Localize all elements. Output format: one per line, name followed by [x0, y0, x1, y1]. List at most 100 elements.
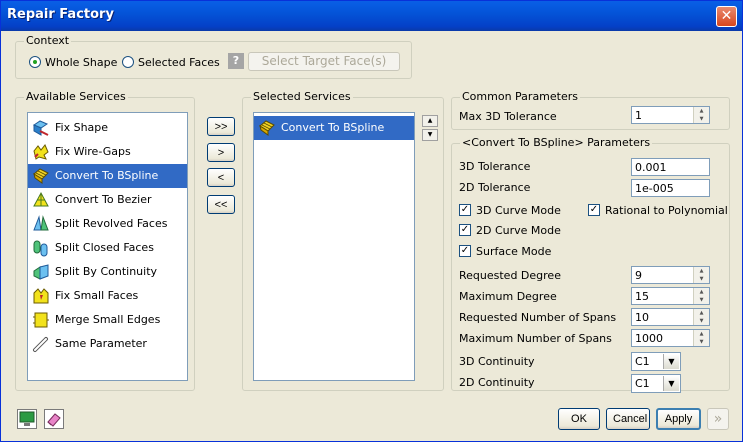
continuity-3d-value: C1: [635, 355, 650, 368]
maximum-spans-input[interactable]: 1000 ▲ ▼: [631, 329, 710, 347]
add-button[interactable]: >: [207, 143, 235, 162]
fix-small-faces-icon: [33, 288, 49, 304]
tol-2d-value: 1e-005: [635, 182, 674, 195]
help-icon: ?: [228, 53, 244, 69]
convert-bezier-icon: [33, 191, 49, 207]
maximum-degree-label: Maximum Degree: [459, 290, 557, 303]
curve-3d-label[interactable]: 3D Curve Mode: [476, 204, 561, 217]
list-item[interactable]: Convert To BSpline: [28, 164, 187, 188]
tol-3d-label: 3D Tolerance: [459, 160, 531, 173]
tol-2d-input[interactable]: 1e-005: [631, 179, 710, 197]
list-item[interactable]: Fix Wire-Gaps: [28, 140, 187, 164]
requested-degree-spinner[interactable]: ▲ ▼: [693, 267, 709, 283]
list-item[interactable]: Split Closed Faces: [28, 236, 187, 260]
list-item[interactable]: Fix Shape: [28, 116, 187, 140]
requested-spans-label: Requested Number of Spans: [459, 311, 617, 324]
list-item-label: Same Parameter: [55, 337, 147, 350]
list-item[interactable]: Convert To Bezier: [28, 188, 187, 212]
curve-3d-checkbox[interactable]: ✓: [459, 204, 471, 216]
continuity-2d-select[interactable]: C1 ▼: [631, 374, 681, 393]
remove-button[interactable]: <: [207, 168, 235, 187]
list-item[interactable]: Fix Small Faces: [28, 284, 187, 308]
tol-2d-label: 2D Tolerance: [459, 181, 531, 194]
monitor-icon[interactable]: [17, 409, 37, 429]
list-item-label: Split Closed Faces: [55, 241, 154, 254]
whole-shape-radio[interactable]: [29, 56, 41, 68]
requested-degree-value: 9: [635, 269, 642, 282]
list-item-label: Split Revolved Faces: [55, 217, 168, 230]
split-revolved-icon: [33, 215, 49, 231]
continuity-3d-label: 3D Continuity: [459, 355, 535, 368]
cancel-button[interactable]: Cancel: [606, 408, 650, 430]
maximum-degree-spinner[interactable]: ▲ ▼: [693, 288, 709, 304]
selected-faces-label[interactable]: Selected Faces: [138, 56, 220, 69]
fix-shape-icon: [32, 120, 49, 136]
eraser-icon[interactable]: [44, 409, 64, 429]
requested-degree-label: Requested Degree: [459, 269, 561, 282]
fix-wire-gaps-icon: [33, 144, 49, 160]
requested-degree-input[interactable]: 9 ▲ ▼: [631, 266, 710, 284]
selected-services-list[interactable]: Convert To BSpline: [253, 112, 415, 381]
split-continuity-icon: [33, 264, 49, 280]
close-button[interactable]: ✕: [716, 6, 737, 27]
continuity-2d-label: 2D Continuity: [459, 376, 535, 389]
title-bar[interactable]: Repair Factory ✕: [1, 1, 742, 31]
requested-spans-input[interactable]: 10 ▲ ▼: [631, 308, 710, 326]
list-item-label: Fix Shape: [55, 121, 109, 134]
apply-button[interactable]: Apply: [656, 408, 701, 430]
available-services-list[interactable]: Fix Shape Fix Wire-Gaps Convert To BSpli…: [27, 112, 188, 381]
surface-mode-label[interactable]: Surface Mode: [476, 245, 551, 258]
list-item[interactable]: Split Revolved Faces: [28, 212, 187, 236]
list-item[interactable]: Split By Continuity: [28, 260, 187, 284]
curve-2d-checkbox[interactable]: ✓: [459, 224, 471, 236]
move-down-button[interactable]: ▼: [422, 129, 438, 141]
chevron-down-icon[interactable]: ▼: [663, 376, 679, 391]
bspline-parameters-group: <Convert To BSpline> Parameters 3D Toler…: [451, 136, 730, 393]
selected-services-legend: Selected Services: [251, 90, 353, 103]
continuity-3d-select[interactable]: C1 ▼: [631, 352, 681, 371]
list-item-label: Convert To BSpline: [281, 121, 385, 134]
requested-spans-value: 10: [635, 311, 649, 324]
list-item-label: Convert To Bezier: [55, 193, 152, 206]
list-item-label: Convert To BSpline: [55, 169, 159, 182]
tol-3d-input[interactable]: 0.001: [631, 158, 710, 176]
maximum-spans-spinner[interactable]: ▲ ▼: [693, 330, 709, 346]
list-item-label: Merge Small Edges: [55, 313, 161, 326]
context-legend: Context: [24, 34, 72, 47]
maximum-spans-label: Maximum Number of Spans: [459, 332, 612, 345]
max-3d-tolerance-spinner[interactable]: ▲ ▼: [693, 107, 709, 123]
whole-shape-label[interactable]: Whole Shape: [45, 56, 117, 69]
list-item[interactable]: Same Parameter: [28, 332, 187, 356]
convert-bspline-icon: [33, 168, 49, 184]
ok-button[interactable]: OK: [558, 408, 600, 430]
selected-faces-radio[interactable]: [122, 56, 134, 68]
available-services-legend: Available Services: [24, 90, 128, 103]
list-item[interactable]: Merge Small Edges: [28, 308, 187, 332]
next-button[interactable]: »: [707, 408, 729, 430]
surface-mode-checkbox[interactable]: ✓: [459, 245, 471, 257]
move-up-button[interactable]: ▲: [422, 115, 438, 127]
remove-all-button[interactable]: <<: [207, 195, 235, 214]
list-item-label: Fix Wire-Gaps: [55, 145, 131, 158]
requested-spans-spinner[interactable]: ▲ ▼: [693, 309, 709, 325]
rational-polynomial-checkbox[interactable]: ✓: [588, 204, 600, 216]
list-item-label: Split By Continuity: [55, 265, 158, 278]
max-3d-tolerance-label: Max 3D Tolerance: [459, 110, 557, 123]
curve-2d-label[interactable]: 2D Curve Mode: [476, 224, 561, 237]
maximum-spans-value: 1000: [635, 332, 663, 345]
list-item[interactable]: Convert To BSpline: [254, 116, 414, 140]
add-all-button[interactable]: >>: [207, 117, 235, 136]
chevron-down-icon[interactable]: ▼: [663, 354, 679, 369]
context-group: Context Whole Shape Selected Faces ? Sel…: [15, 34, 412, 79]
convert-bspline-icon: [259, 120, 275, 136]
repair-factory-dialog: Repair Factory ✕ Context Whole Shape Sel…: [0, 0, 743, 442]
max-3d-tolerance-input[interactable]: 1 ▲ ▼: [631, 106, 710, 124]
rational-polynomial-label[interactable]: Rational to Polynomial: [605, 204, 728, 217]
maximum-degree-input[interactable]: 15 ▲ ▼: [631, 287, 710, 305]
continuity-2d-value: C1: [635, 377, 650, 390]
maximum-degree-value: 15: [635, 290, 649, 303]
max-3d-tolerance-value: 1: [635, 109, 642, 122]
merge-small-edges-icon: [33, 312, 49, 328]
bspline-parameters-legend: <Convert To BSpline> Parameters: [460, 136, 653, 149]
select-target-faces-button[interactable]: Select Target Face(s): [248, 52, 400, 71]
